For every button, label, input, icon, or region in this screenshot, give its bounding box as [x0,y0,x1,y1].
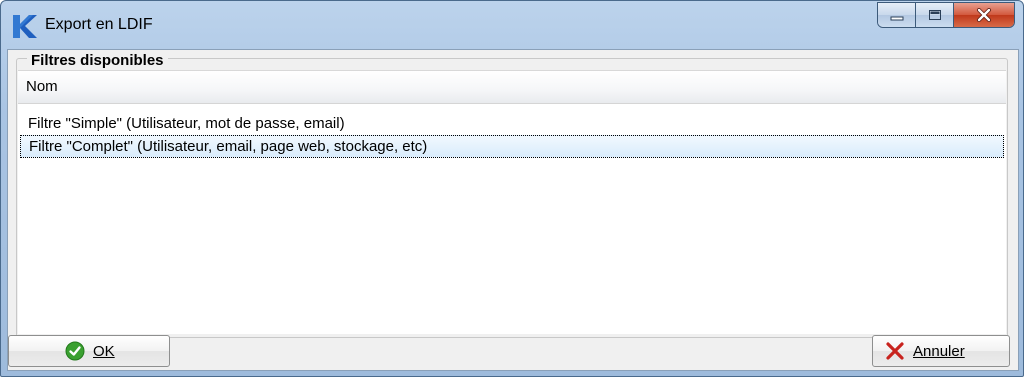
cancel-button-label: Annuler [913,342,965,360]
maximize-button[interactable] [916,3,954,27]
k-logo-icon [13,15,37,38]
filters-group: Filtres disponibles Nom Filtre "Simple" … [16,52,1008,338]
maximize-icon [928,10,941,20]
caption-buttons [877,2,1015,28]
x-icon [886,342,904,360]
dialog-window: Export en LDIF Filtres disponibles Nom F… [0,0,1024,377]
filters-list[interactable]: Nom Filtre "Simple" (Utilisateur, mot de… [18,70,1006,334]
minimize-button[interactable] [878,3,916,27]
ok-button-label: OK [93,342,115,360]
close-icon [977,8,991,22]
list-item-selected[interactable]: Filtre "Complet" (Utilisateur, email, pa… [20,135,1004,158]
group-legend: Filtres disponibles [27,52,168,69]
list-rows: Filtre "Simple" (Utilisateur, mot de pas… [18,112,1006,158]
minimize-icon [890,16,903,21]
cancel-button[interactable]: Annuler [872,335,1010,367]
window-title: Export en LDIF [45,16,153,33]
close-button[interactable] [954,3,1014,27]
check-circle-icon [65,341,85,361]
title-bar[interactable]: Export en LDIF [1,1,1023,49]
ok-button[interactable]: OK [8,335,170,367]
dialog-client-area: Filtres disponibles Nom Filtre "Simple" … [7,49,1019,371]
list-item[interactable]: Filtre "Simple" (Utilisateur, mot de pas… [20,112,1004,135]
column-header-nom[interactable]: Nom [18,71,1006,104]
